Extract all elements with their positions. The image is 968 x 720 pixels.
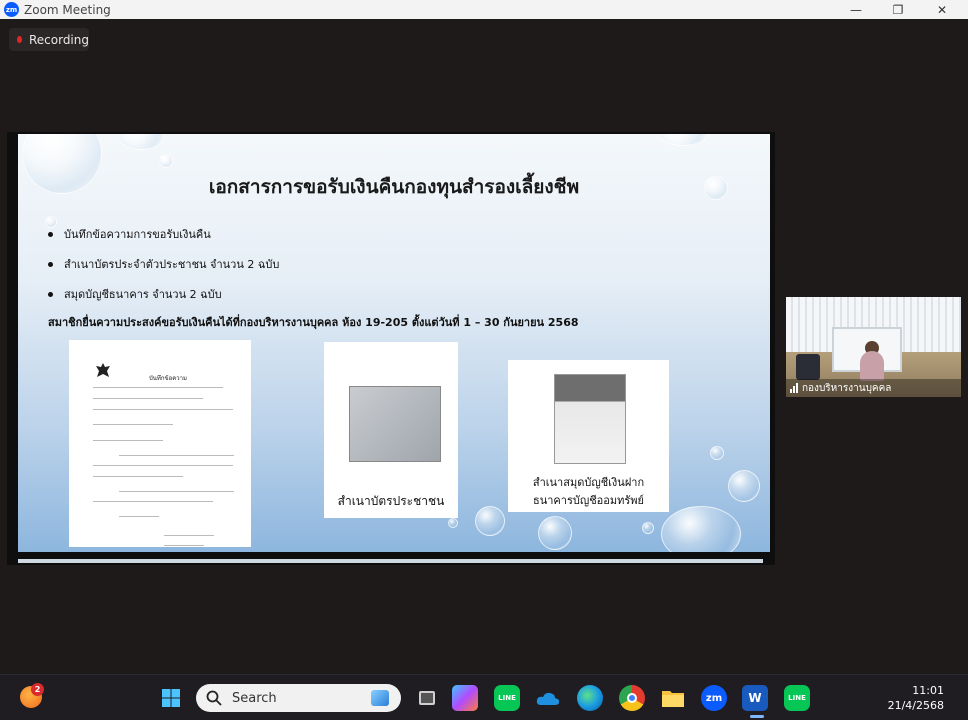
water-drop-decoration <box>642 522 654 534</box>
bankbook-caption: สำเนาสมุดบัญชีเงินฝาก ธนาคารบัญชีออมทรัพ… <box>532 476 645 507</box>
zoom-app-button[interactable]: zm <box>701 685 727 711</box>
recording-label: Recording <box>28 32 89 47</box>
notification-badge: 2 <box>31 683 44 696</box>
slide-bottom-strip <box>18 559 763 563</box>
participant-name: กองบริหารงานบุคคล <box>802 382 892 394</box>
word-app-button[interactable]: W <box>742 685 768 711</box>
copilot-button[interactable] <box>452 685 478 711</box>
onedrive-cloud-icon <box>536 692 560 705</box>
recording-indicator[interactable]: Recording <box>9 28 89 51</box>
search-highlight-icon <box>371 690 389 706</box>
minimize-button[interactable]: — <box>836 0 876 19</box>
clock-time: 11:01 <box>912 684 944 697</box>
active-app-indicator <box>750 715 764 718</box>
taskbar: 2 Search LINE zm W LINE 11:01 21/4/2568 <box>0 674 968 720</box>
system-clock[interactable]: 11:01 21/4/2568 <box>888 683 944 713</box>
id-card-photo <box>349 386 441 462</box>
line-icon: LINE <box>788 694 806 702</box>
bankbook-copy-image: สำเนาสมุดบัญชีเงินฝาก ธนาคารบัญชีออมทรัพ… <box>508 360 669 512</box>
zoom-app-icon: zm <box>4 2 19 17</box>
edge-browser-button[interactable] <box>577 685 603 711</box>
clock-date: 21/4/2568 <box>887 699 944 712</box>
water-drop-decoration <box>658 134 708 146</box>
search-label: Search <box>232 690 277 706</box>
water-drop-decoration <box>118 134 164 150</box>
slide-bullet: บันทึกข้อความการขอรับเงินคืน <box>48 219 279 249</box>
slide-bullet: สมุดบัญชีธนาคาร จำนวน 2 ฉบับ <box>48 279 279 309</box>
search-icon <box>206 690 222 706</box>
maximize-button[interactable]: ❐ <box>878 0 918 19</box>
water-drop-decoration <box>475 506 505 536</box>
memo-document-image: บันทึกข้อความ <box>69 340 251 547</box>
line-icon: LINE <box>498 694 516 702</box>
bullet-icon <box>48 261 53 267</box>
participant-namebar: กองบริหารงานบุคคล <box>786 379 961 397</box>
water-drop-decoration <box>661 506 741 552</box>
id-card-caption: สำเนาบัตรประชาชน <box>337 494 445 508</box>
presentation-slide: เอกสารการขอรับเงินคืนกองทุนสำรองเลี้ยงชี… <box>18 134 770 552</box>
slide-note: สมาชิกยื่นความประสงค์ขอรับเงินคืนได้ที่ก… <box>48 316 579 329</box>
water-drop-decoration <box>728 470 760 502</box>
close-button[interactable]: ✕ <box>922 0 962 19</box>
windows-logo-icon <box>162 689 180 707</box>
chrome-browser-button[interactable] <box>619 685 645 711</box>
water-drop-decoration <box>710 446 724 460</box>
task-view-icon <box>419 691 435 705</box>
line-app-button[interactable]: LINE <box>494 685 520 711</box>
id-card-copy-image: สำเนาบัตรประชาชน <box>324 342 458 518</box>
water-drop-decoration <box>448 518 458 528</box>
zoom-icon: zm <box>705 692 723 704</box>
word-icon: W <box>748 691 762 705</box>
participant-video[interactable]: กองบริหารงานบุคคล <box>786 297 961 397</box>
garuda-emblem-icon <box>96 363 110 377</box>
shared-screen: เอกสารการขอรับเงินคืนกองทุนสำรองเลี้ยงชี… <box>7 132 775 565</box>
window-titlebar: zm Zoom Meeting — ❐ ✕ <box>0 0 968 19</box>
recording-dot-icon <box>17 36 22 43</box>
folder-icon <box>662 691 684 707</box>
line-app-button-2[interactable]: LINE <box>784 685 810 711</box>
start-button[interactable] <box>158 685 184 711</box>
taskbar-search-box[interactable]: Search <box>196 684 401 712</box>
signal-strength-icon <box>790 383 798 393</box>
memo-heading: บันทึกข้อความ <box>149 375 187 382</box>
water-drop-decoration <box>538 516 572 550</box>
bullet-icon <box>48 231 53 237</box>
slide-title: เอกสารการขอรับเงินคืนกองทุนสำรองเลี้ยงชี… <box>208 176 580 198</box>
water-drop-decoration <box>159 154 173 168</box>
window-title: Zoom Meeting <box>24 2 111 17</box>
slide-bullet-list: บันทึกข้อความการขอรับเงินคืน สำเนาบัตรปร… <box>48 219 279 309</box>
onedrive-button[interactable] <box>535 685 561 711</box>
slide-bullet: สำเนาบัตรประจำตัวประชาชน จำนวน 2 ฉบับ <box>48 249 279 279</box>
file-explorer-button[interactable] <box>660 685 686 711</box>
task-view-button[interactable] <box>414 685 440 711</box>
bullet-icon <box>48 291 53 297</box>
bankbook-photo <box>554 374 626 464</box>
chrome-icon <box>627 693 637 703</box>
